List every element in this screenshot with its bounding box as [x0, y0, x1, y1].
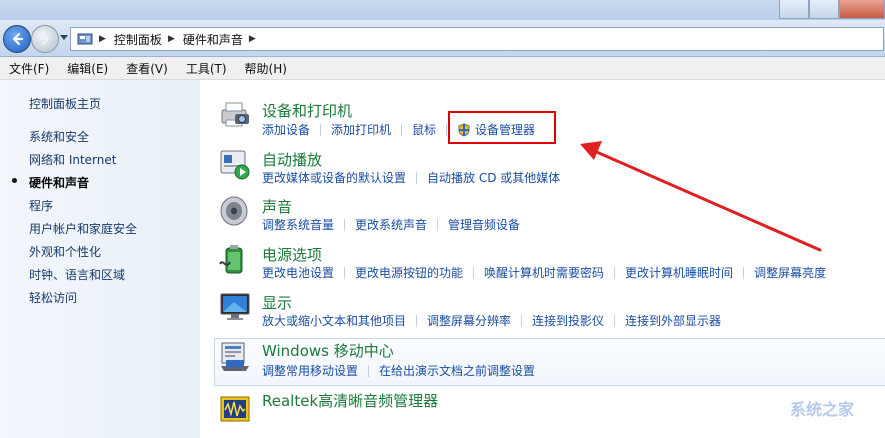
menu-tools[interactable]: 工具(T): [177, 60, 236, 77]
category-title-devices-printers[interactable]: 设备和打印机: [262, 100, 352, 121]
category-title-autoplay[interactable]: 自动播放: [262, 149, 322, 170]
navigation-bar: ▶ 控制面板 ▶ 硬件和声音 ▶: [0, 20, 885, 57]
sidebar-item-clock-language[interactable]: 时钟、语言和区域: [29, 266, 125, 283]
link-separator: [614, 267, 616, 279]
sidebar: 控制面板主页 系统和安全 网络和 Internet 硬件和声音 程序 用户帐户和…: [0, 80, 200, 438]
back-button[interactable]: [3, 25, 31, 53]
link-manage-audio-devices[interactable]: 管理音频设备: [448, 216, 520, 233]
maximize-button[interactable]: [809, 0, 839, 19]
category-title-display[interactable]: 显示: [262, 292, 292, 313]
link-separator: [473, 267, 475, 279]
breadcrumb-separator-icon[interactable]: ▶: [168, 34, 175, 44]
link-separator: [401, 124, 403, 136]
category-links-sound: 调整系统音量 更改系统声音 管理音频设备: [262, 216, 520, 233]
sidebar-item-control-panel-home[interactable]: 控制面板主页: [29, 95, 101, 112]
printer-camera-icon[interactable]: [218, 98, 252, 132]
title-bar: [0, 0, 885, 20]
arrow-right-icon: [39, 33, 49, 45]
breadcrumb-control-panel[interactable]: 控制面板: [114, 31, 162, 48]
category-title-mobility-center[interactable]: Windows 移动中心: [262, 340, 394, 361]
link-separator: [344, 219, 346, 231]
link-separator: [446, 124, 448, 136]
category-title-sound[interactable]: 声音: [262, 196, 292, 217]
arrow-left-icon: [12, 32, 24, 46]
watermark: 系统之家: [790, 400, 855, 419]
monitor-icon[interactable]: [218, 290, 252, 324]
link-change-default-settings[interactable]: 更改媒体或设备的默认设置: [262, 169, 406, 186]
sidebar-item-user-accounts[interactable]: 用户帐户和家庭安全: [29, 220, 137, 237]
link-separator: [320, 124, 322, 136]
link-separator: [416, 172, 418, 184]
autoplay-icon[interactable]: [218, 147, 252, 181]
menu-bar: 文件(F) 编辑(E) 查看(V) 工具(T) 帮助(H): [0, 57, 885, 80]
current-item-bullet-icon: [12, 178, 17, 183]
link-separator: [743, 267, 745, 279]
realtek-audio-icon[interactable]: [218, 392, 252, 426]
link-connect-external-display[interactable]: 连接到外部显示器: [625, 312, 721, 329]
link-autoplay-cd[interactable]: 自动播放 CD 或其他媒体: [427, 169, 560, 186]
breadcrumb-hardware-sound[interactable]: 硬件和声音: [183, 31, 243, 48]
forward-button[interactable]: [31, 25, 59, 53]
link-separator: [416, 315, 418, 327]
sidebar-item-programs[interactable]: 程序: [29, 197, 53, 214]
sidebar-item-network-internet[interactable]: 网络和 Internet: [29, 151, 116, 168]
link-add-device[interactable]: 添加设备: [262, 121, 310, 138]
link-change-system-sounds[interactable]: 更改系统声音: [355, 216, 427, 233]
mobility-center-icon[interactable]: [218, 340, 252, 374]
sidebar-item-hardware-sound: 硬件和声音: [29, 176, 90, 190]
link-separator: [614, 315, 616, 327]
breadcrumb-separator-icon[interactable]: ▶: [249, 34, 256, 44]
link-require-password-on-wake[interactable]: 唤醒计算机时需要密码: [484, 264, 604, 281]
menu-edit[interactable]: 编辑(E): [58, 60, 117, 77]
highlight-box: [448, 111, 556, 144]
speaker-icon[interactable]: [218, 194, 252, 228]
link-connect-projector[interactable]: 连接到投影仪: [532, 312, 604, 329]
sidebar-item-system-security[interactable]: 系统和安全: [29, 128, 89, 145]
sidebar-item-appearance[interactable]: 外观和个性化: [29, 243, 101, 260]
category-links-power-options: 更改电池设置 更改电源按钮的功能 唤醒计算机时需要密码 更改计算机睡眠时间 调整…: [262, 264, 826, 281]
link-change-sleep-time[interactable]: 更改计算机睡眠时间: [625, 264, 733, 281]
sidebar-item-ease-of-access[interactable]: 轻松访问: [29, 289, 77, 306]
category-title-realtek-audio[interactable]: Realtek高清晰音频管理器: [262, 390, 438, 411]
link-adjust-volume[interactable]: 调整系统音量: [262, 216, 334, 233]
link-mouse[interactable]: 鼠标: [412, 121, 436, 138]
address-bar[interactable]: ▶ 控制面板 ▶ 硬件和声音 ▶: [70, 27, 884, 51]
link-screen-resolution[interactable]: 调整屏幕分辨率: [427, 312, 511, 329]
link-separator: [368, 365, 370, 377]
link-separator: [344, 267, 346, 279]
link-separator: [437, 219, 439, 231]
category-links-autoplay: 更改媒体或设备的默认设置 自动播放 CD 或其他媒体: [262, 169, 560, 186]
link-text-size[interactable]: 放大或缩小文本和其他项目: [262, 312, 406, 329]
link-add-printer[interactable]: 添加打印机: [331, 121, 391, 138]
recent-pages-dropdown[interactable]: [60, 35, 68, 40]
menu-file[interactable]: 文件(F): [0, 60, 58, 77]
menu-view[interactable]: 查看(V): [117, 60, 177, 77]
link-common-mobility-settings[interactable]: 调整常用移动设置: [262, 362, 358, 379]
link-power-button-function[interactable]: 更改电源按钮的功能: [355, 264, 463, 281]
category-links-display: 放大或缩小文本和其他项目 调整屏幕分辨率 连接到投影仪 连接到外部显示器: [262, 312, 721, 329]
close-button[interactable]: [839, 0, 885, 19]
main-content: 设备和打印机 添加设备 添加打印机 鼠标 设备管理器 自动播放 更改媒体或设备的…: [200, 80, 885, 438]
category-title-power-options[interactable]: 电源选项: [262, 244, 322, 265]
battery-icon[interactable]: [218, 242, 252, 276]
link-change-battery-settings[interactable]: 更改电池设置: [262, 264, 334, 281]
minimize-button[interactable]: [779, 0, 809, 19]
link-presentation-settings[interactable]: 在给出演示文档之前调整设置: [379, 362, 535, 379]
breadcrumb-separator-icon[interactable]: ▶: [99, 34, 106, 44]
control-panel-icon: [77, 33, 93, 45]
category-links-mobility-center: 调整常用移动设置 在给出演示文档之前调整设置: [262, 362, 535, 379]
menu-help[interactable]: 帮助(H): [236, 60, 296, 77]
link-adjust-brightness[interactable]: 调整屏幕亮度: [754, 264, 826, 281]
window-controls: [779, 0, 885, 20]
link-separator: [521, 315, 523, 327]
